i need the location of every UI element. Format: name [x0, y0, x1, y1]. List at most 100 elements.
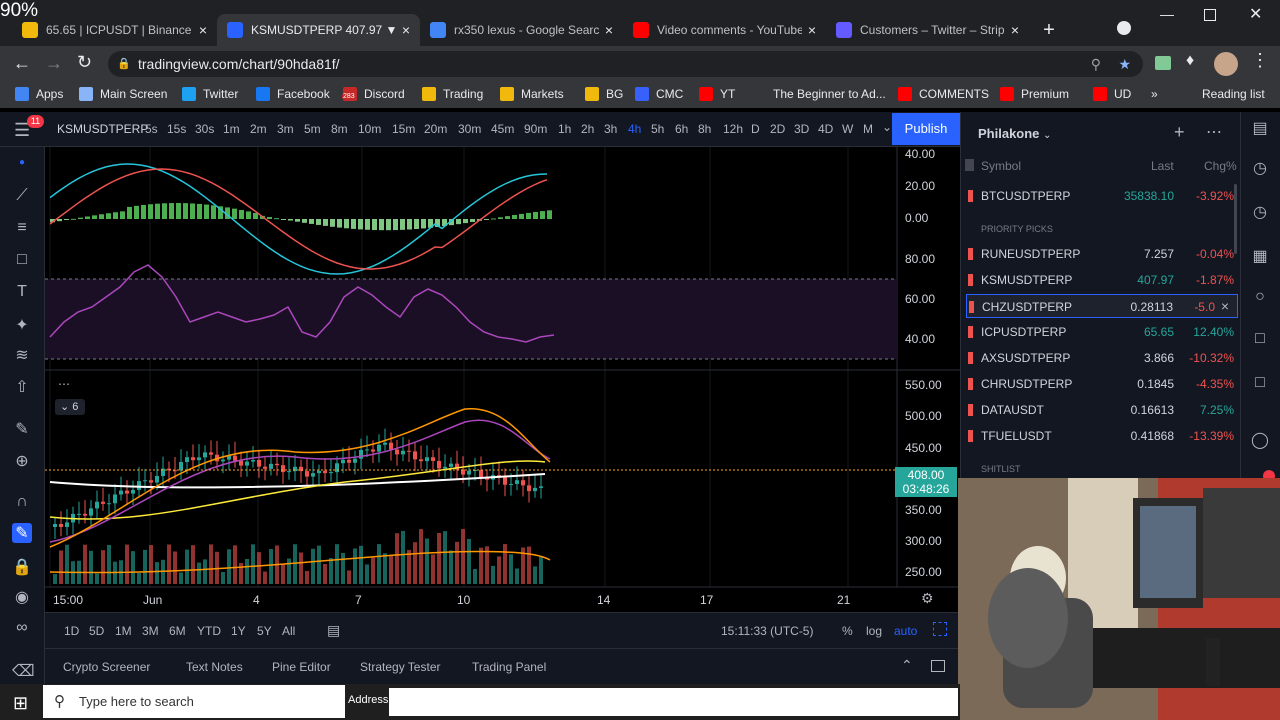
taskbar-search-input[interactable]: ⚲ Type here to search: [43, 685, 345, 718]
range-YTD[interactable]: YTD: [197, 624, 221, 638]
col-chg[interactable]: Chg%: [1204, 159, 1237, 173]
maximize-icon[interactable]: [1204, 9, 1216, 21]
tab-search-icon[interactable]: [1117, 21, 1131, 35]
interval-2D[interactable]: 2D: [770, 122, 785, 136]
bookmark-item[interactable]: Reading list: [1181, 87, 1265, 101]
interval-1m[interactable]: 1m: [223, 122, 240, 136]
flag-icon[interactable]: [968, 274, 973, 286]
interval-5s[interactable]: 5s: [145, 122, 158, 136]
browser-tab[interactable]: Customers – Twitter – Stripe ×: [826, 14, 1029, 46]
range-6M[interactable]: 6M: [169, 624, 186, 638]
magnet-icon[interactable]: ∩: [12, 493, 32, 513]
panel-tab[interactable]: Trading Panel: [472, 660, 546, 674]
interval-30s[interactable]: 30s: [195, 122, 214, 136]
watchlist-row[interactable]: RUNEUSDTPERP 7.257 -0.04%: [966, 242, 1238, 266]
bookmark-item[interactable]: Trading: [422, 87, 483, 101]
new-tab-button[interactable]: +: [1035, 14, 1063, 46]
panel-tab[interactable]: Text Notes: [186, 660, 243, 674]
browser-tab[interactable]: 65.65 | ICPUSDT | Binance F ×: [12, 14, 217, 46]
interval-5h[interactable]: 5h: [651, 122, 664, 136]
watchlist-row[interactable]: CHRUSDTPERP 0.1845 -4.35%: [966, 372, 1238, 396]
flag-icon[interactable]: [969, 301, 974, 313]
bookmark-item[interactable]: »: [1151, 87, 1158, 101]
search-icon[interactable]: ⚲: [1091, 51, 1101, 77]
bookmark-item[interactable]: Apps: [15, 87, 63, 101]
pencil-lock-icon[interactable]: ✎: [12, 523, 32, 543]
watchlist-row[interactable]: AXSUSDTPERP 3.866 -10.32%: [966, 346, 1238, 370]
close-tab-icon[interactable]: ×: [199, 22, 207, 38]
range-3M[interactable]: 3M: [142, 624, 159, 638]
watchlist-title[interactable]: Philakone ⌄: [978, 126, 1051, 141]
menu-kebab-icon[interactable]: ⋮: [1251, 50, 1269, 71]
close-tab-icon[interactable]: ×: [402, 22, 410, 38]
arrow-up-icon[interactable]: ⇧: [12, 377, 32, 397]
interval-20m[interactable]: 20m: [424, 122, 447, 136]
interval-15s[interactable]: 15s: [167, 122, 186, 136]
bookmark-item[interactable]: UD: [1093, 87, 1131, 101]
panel-tab[interactable]: Crypto Screener: [63, 660, 150, 674]
interval-3h[interactable]: 3h: [604, 122, 617, 136]
flag-icon[interactable]: [968, 190, 973, 202]
interval-4D[interactable]: 4D: [818, 122, 833, 136]
browser-tab[interactable]: rx350 lexus - Google Search ×: [420, 14, 623, 46]
interval-4h[interactable]: 4h: [628, 122, 641, 136]
watchlist-row[interactable]: CHZUSDTPERP 0.28113 -5.0 ×: [966, 294, 1238, 318]
browser-tab[interactable]: Video comments - YouTube ×: [623, 14, 826, 46]
flag-icon[interactable]: [968, 326, 973, 338]
watchlist-row[interactable]: BTCUSDTPERP 35838.10 -3.92%: [966, 184, 1238, 208]
link-icon[interactable]: ∞: [12, 619, 32, 639]
bookmark-item[interactable]: Main Screen: [79, 87, 167, 101]
close-tab-icon[interactable]: ×: [808, 22, 816, 38]
watchlist-row[interactable]: ICPUSDTPERP 65.65 12.40%: [966, 320, 1238, 344]
reload-icon[interactable]: ↻: [77, 52, 92, 73]
ruler-icon[interactable]: ✎: [12, 419, 32, 439]
bookmark-item[interactable]: BG: [585, 87, 623, 101]
price-chart[interactable]: 40.00 20.00 0.00 80.00 60.00 40.00 550.00 500.0…: [45, 147, 960, 612]
pane-options-icon[interactable]: ⋯: [58, 377, 70, 391]
bookmark-item[interactable]: YT: [699, 87, 735, 101]
bookmark-item[interactable]: COMMENTS: [898, 87, 989, 101]
trendline-icon[interactable]: ⟋: [12, 187, 32, 207]
range-5D[interactable]: 5D: [89, 624, 104, 638]
windows-start-icon[interactable]: ⊞: [13, 693, 28, 714]
back-icon[interactable]: ←: [13, 53, 31, 74]
range-1Y[interactable]: 1Y: [231, 624, 246, 638]
interval-W[interactable]: W: [842, 122, 853, 136]
interval-M[interactable]: M: [863, 122, 873, 136]
add-symbol-icon[interactable]: +: [1174, 122, 1185, 143]
interval-3D[interactable]: 3D: [794, 122, 809, 136]
address-toolbar-input[interactable]: [389, 688, 958, 716]
calendar-icon[interactable]: ▦: [1250, 246, 1270, 266]
interval-2h[interactable]: 2h: [581, 122, 594, 136]
interval-6h[interactable]: 6h: [675, 122, 688, 136]
ideas-bulb-icon[interactable]: ○: [1250, 288, 1270, 308]
maximize-panel-icon[interactable]: [931, 660, 945, 672]
interval-10m[interactable]: 10m: [358, 122, 381, 136]
range-All[interactable]: All: [282, 624, 295, 638]
bookmark-item[interactable]: CMC: [635, 87, 683, 101]
cursor-icon[interactable]: ●: [12, 157, 32, 177]
bookmark-item[interactable]: Facebook: [256, 87, 330, 101]
text-icon[interactable]: T: [12, 283, 32, 303]
fullscreen-icon[interactable]: [933, 622, 947, 636]
col-last[interactable]: Last: [1151, 159, 1174, 173]
star-icon[interactable]: ★: [1118, 51, 1131, 77]
browser-tab[interactable]: KSMUSDTPERP 407.97 ▼ − ×: [217, 14, 420, 46]
range-1D[interactable]: 1D: [64, 624, 79, 638]
interval-8h[interactable]: 8h: [698, 122, 711, 136]
watchlist-row[interactable]: TFUELUSDT 0.41868 -13.39%: [966, 424, 1238, 448]
watchlist-row[interactable]: DATAUSDT 0.16613 7.25%: [966, 398, 1238, 422]
close-tab-icon[interactable]: ×: [605, 22, 613, 38]
symbol-search-input[interactable]: KSMUSDTPERP: [57, 122, 148, 136]
interval-15m[interactable]: 15m: [392, 122, 415, 136]
interval-12h[interactable]: 12h: [723, 122, 743, 136]
flag-icon[interactable]: [968, 378, 973, 390]
interval-45m[interactable]: 45m: [491, 122, 514, 136]
lock-drawings-icon[interactable]: 🔒: [12, 557, 32, 577]
streams-icon[interactable]: □: [1250, 374, 1270, 394]
rectangle-icon[interactable]: □: [12, 251, 32, 271]
range-5Y[interactable]: 5Y: [257, 624, 272, 638]
remove-row-icon[interactable]: ×: [1221, 298, 1229, 314]
more-options-icon[interactable]: ⋯: [1206, 122, 1222, 142]
clock-readout[interactable]: 15:11:33 (UTC-5): [721, 624, 813, 638]
